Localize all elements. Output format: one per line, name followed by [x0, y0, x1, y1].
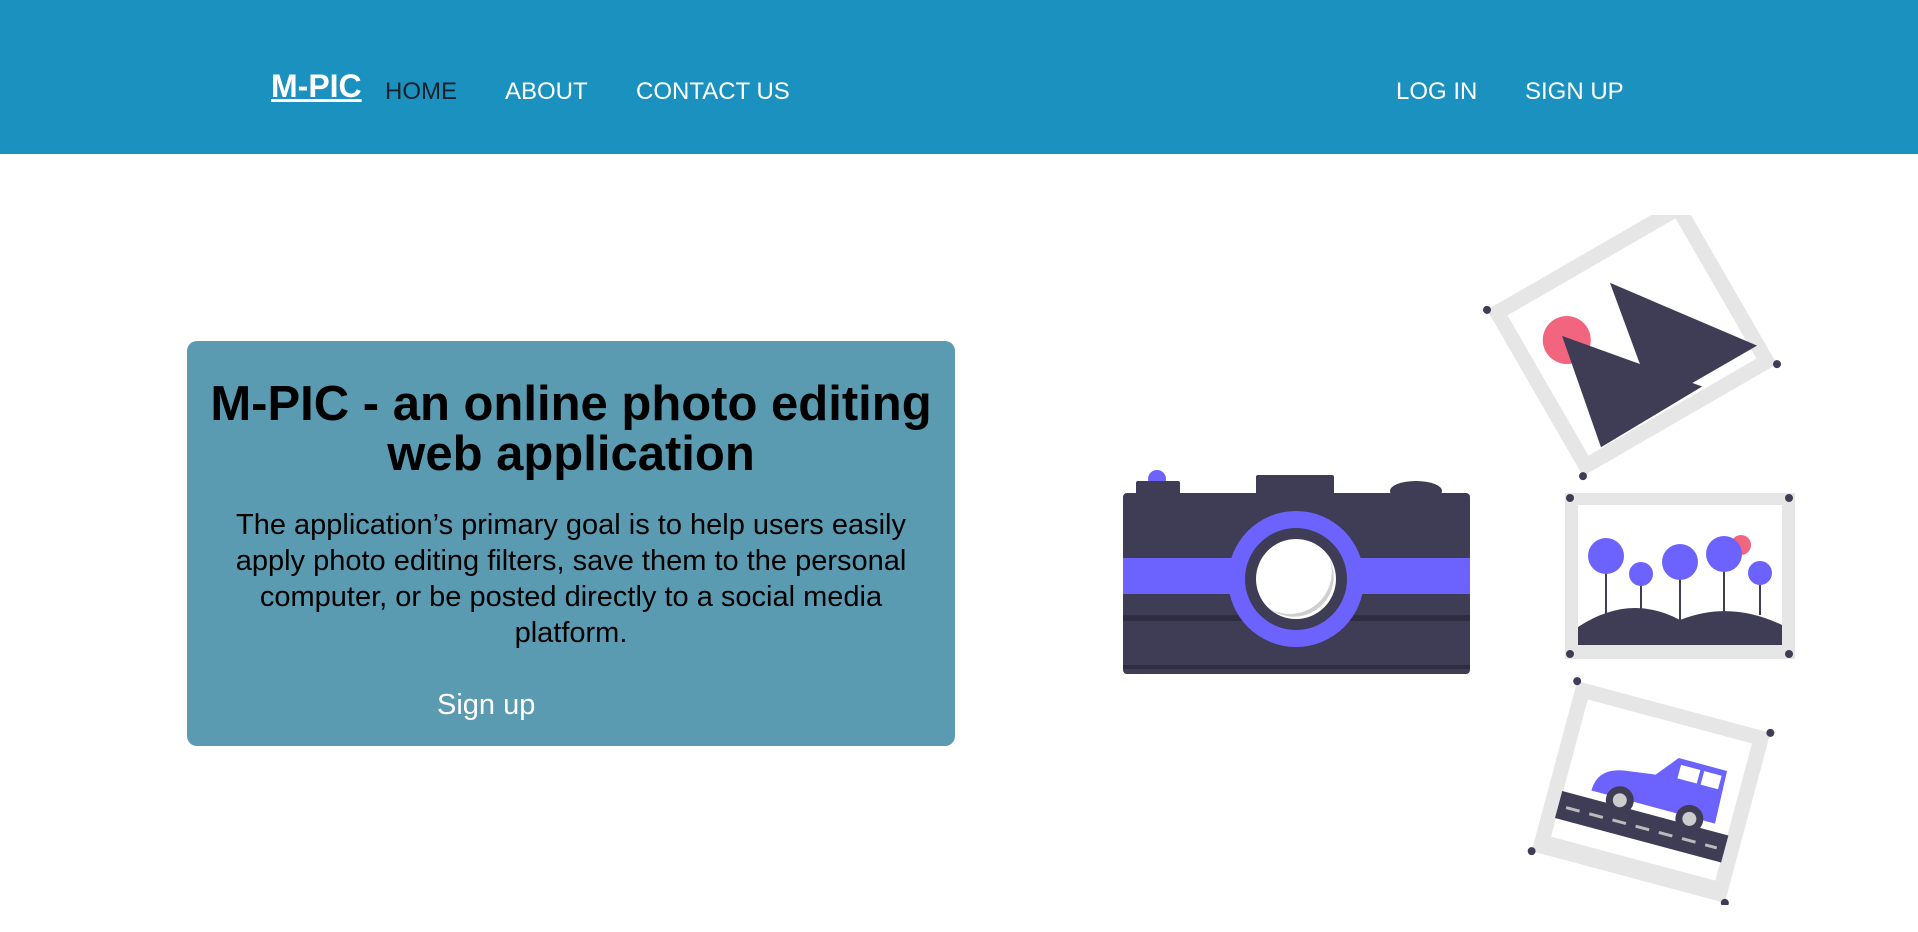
trees-photo-icon	[1565, 493, 1795, 659]
nav-contact-link[interactable]: CONTACT US	[636, 78, 790, 106]
nav-about-link[interactable]: ABOUT	[505, 78, 588, 106]
camera-icon	[1123, 470, 1470, 674]
hero-signup-button[interactable]: Sign up	[437, 689, 917, 722]
hero-description: The application’s primary goal is to hel…	[235, 509, 907, 649]
brand-logo-link[interactable]: M-PIC	[271, 68, 362, 105]
top-navbar: M-PIC HOME ABOUT CONTACT US LOG IN SIGN …	[0, 0, 1918, 154]
mountain-photo-icon	[1483, 215, 1781, 481]
photo-illustration	[1123, 215, 1795, 905]
hero-title: M-PIC - an online photo editing web appl…	[210, 377, 932, 481]
signup-nav-link[interactable]: SIGN UP	[1525, 78, 1624, 106]
login-link[interactable]: LOG IN	[1396, 78, 1477, 106]
hero-card: M-PIC - an online photo editing web appl…	[187, 341, 955, 746]
nav-home-link[interactable]: HOME	[385, 78, 457, 106]
car-photo-icon	[1527, 677, 1775, 905]
